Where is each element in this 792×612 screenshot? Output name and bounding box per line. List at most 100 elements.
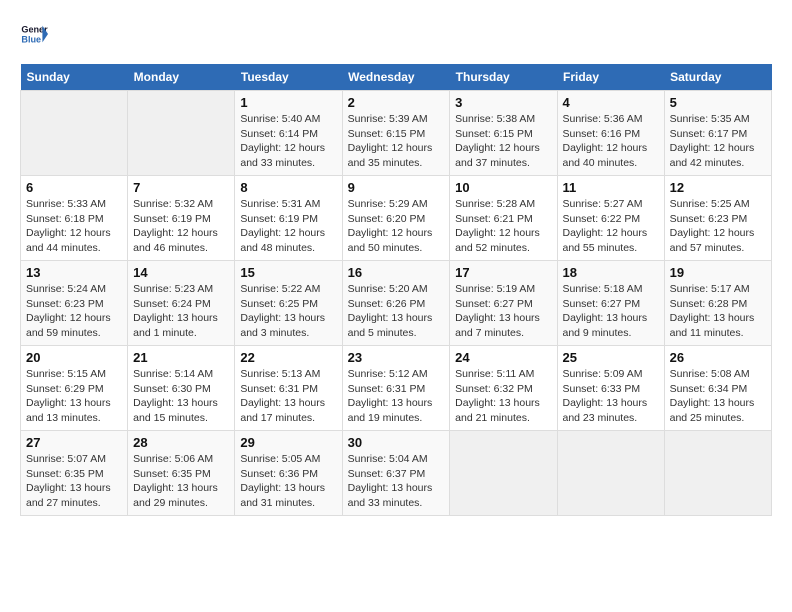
- day-number: 30: [348, 435, 445, 450]
- calendar-cell: 1 Sunrise: 5:40 AM Sunset: 6:14 PM Daylig…: [235, 91, 342, 176]
- day-number: 17: [455, 265, 551, 280]
- calendar-cell: 2Sunrise: 5:39 AM Sunset: 6:15 PM Daylig…: [342, 91, 450, 176]
- calendar-cell: 23 Sunrise: 5:12 AM Sunset: 6:31 PM Dayli…: [342, 346, 450, 431]
- day-number: 6: [26, 180, 122, 195]
- day-number: 9: [348, 180, 445, 195]
- calendar-cell: 14Sunrise: 5:23 AM Sunset: 6:24 PM Dayli…: [128, 261, 235, 346]
- calendar-cell: [664, 431, 771, 516]
- calendar-cell: 22 Sunrise: 5:13 AM Sunset: 6:31 PM Dayli…: [235, 346, 342, 431]
- day-detail: Sunrise: 5:06 AM Sunset: 6:35 PM Dayligh…: [133, 452, 229, 511]
- calendar-cell: [128, 91, 235, 176]
- calendar-cell: [557, 431, 664, 516]
- weekday-header: Wednesday: [342, 64, 450, 91]
- page-header: General Blue: [20, 20, 772, 48]
- day-number: 27: [26, 435, 122, 450]
- calendar-week-row: 13 Sunrise: 5:24 AM Sunset: 6:23 PM Dayli…: [21, 261, 772, 346]
- logo-icon: General Blue: [20, 20, 48, 48]
- day-detail: Sunrise: 5:18 AM Sunset: 6:27 PM Dayligh…: [563, 282, 659, 341]
- day-detail: Sunrise: 5:07 AM Sunset: 6:35 PM Dayligh…: [26, 452, 122, 511]
- calendar-cell: [21, 91, 128, 176]
- calendar-cell: 17 Sunrise: 5:19 AM Sunset: 6:27 PM Dayli…: [450, 261, 557, 346]
- calendar-cell: 21 Sunrise: 5:14 AM Sunset: 6:30 PM Dayli…: [128, 346, 235, 431]
- svg-text:Blue: Blue: [21, 34, 41, 44]
- weekday-header: Tuesday: [235, 64, 342, 91]
- weekday-header: Monday: [128, 64, 235, 91]
- calendar-week-row: 20 Sunrise: 5:15 AM Sunset: 6:29 PM Dayli…: [21, 346, 772, 431]
- calendar-cell: 26Sunrise: 5:08 AM Sunset: 6:34 PM Dayli…: [664, 346, 771, 431]
- day-detail: Sunrise: 5:04 AM Sunset: 6:37 PM Dayligh…: [348, 452, 445, 511]
- calendar-cell: 15 Sunrise: 5:22 AM Sunset: 6:25 PM Dayli…: [235, 261, 342, 346]
- calendar-week-row: 6 Sunrise: 5:33 AM Sunset: 6:18 PM Daylig…: [21, 176, 772, 261]
- calendar-cell: 11 Sunrise: 5:27 AM Sunset: 6:22 PM Dayli…: [557, 176, 664, 261]
- calendar-cell: 5 Sunrise: 5:35 AM Sunset: 6:17 PM Daylig…: [664, 91, 771, 176]
- calendar-table: SundayMondayTuesdayWednesdayThursdayFrid…: [20, 64, 772, 516]
- weekday-header: Friday: [557, 64, 664, 91]
- calendar-cell: 19 Sunrise: 5:17 AM Sunset: 6:28 PM Dayli…: [664, 261, 771, 346]
- calendar-cell: 4Sunrise: 5:36 AM Sunset: 6:16 PM Daylig…: [557, 91, 664, 176]
- weekday-header: Sunday: [21, 64, 128, 91]
- day-detail: Sunrise: 5:35 AM Sunset: 6:17 PM Dayligh…: [670, 112, 766, 171]
- day-detail: Sunrise: 5:13 AM Sunset: 6:31 PM Dayligh…: [240, 367, 336, 426]
- day-number: 13: [26, 265, 122, 280]
- day-number: 10: [455, 180, 551, 195]
- calendar-cell: 18 Sunrise: 5:18 AM Sunset: 6:27 PM Dayli…: [557, 261, 664, 346]
- day-detail: Sunrise: 5:14 AM Sunset: 6:30 PM Dayligh…: [133, 367, 229, 426]
- calendar-cell: 3 Sunrise: 5:38 AM Sunset: 6:15 PM Daylig…: [450, 91, 557, 176]
- day-detail: Sunrise: 5:08 AM Sunset: 6:34 PM Dayligh…: [670, 367, 766, 426]
- day-detail: Sunrise: 5:32 AM Sunset: 6:19 PM Dayligh…: [133, 197, 229, 256]
- day-detail: Sunrise: 5:22 AM Sunset: 6:25 PM Dayligh…: [240, 282, 336, 341]
- day-number: 14: [133, 265, 229, 280]
- day-detail: Sunrise: 5:12 AM Sunset: 6:31 PM Dayligh…: [348, 367, 445, 426]
- day-number: 16: [348, 265, 445, 280]
- day-detail: Sunrise: 5:39 AM Sunset: 6:15 PM Dayligh…: [348, 112, 445, 171]
- calendar-cell: 24 Sunrise: 5:11 AM Sunset: 6:32 PM Dayli…: [450, 346, 557, 431]
- day-detail: Sunrise: 5:15 AM Sunset: 6:29 PM Dayligh…: [26, 367, 122, 426]
- calendar-cell: 27 Sunrise: 5:07 AM Sunset: 6:35 PM Dayli…: [21, 431, 128, 516]
- calendar-cell: 12Sunrise: 5:25 AM Sunset: 6:23 PM Dayli…: [664, 176, 771, 261]
- day-detail: Sunrise: 5:40 AM Sunset: 6:14 PM Dayligh…: [240, 112, 336, 171]
- day-number: 11: [563, 180, 659, 195]
- day-number: 20: [26, 350, 122, 365]
- day-detail: Sunrise: 5:20 AM Sunset: 6:26 PM Dayligh…: [348, 282, 445, 341]
- calendar-week-row: 27 Sunrise: 5:07 AM Sunset: 6:35 PM Dayli…: [21, 431, 772, 516]
- day-number: 18: [563, 265, 659, 280]
- calendar-cell: 9 Sunrise: 5:29 AM Sunset: 6:20 PM Daylig…: [342, 176, 450, 261]
- day-number: 21: [133, 350, 229, 365]
- calendar-cell: 28 Sunrise: 5:06 AM Sunset: 6:35 PM Dayli…: [128, 431, 235, 516]
- day-detail: Sunrise: 5:36 AM Sunset: 6:16 PM Dayligh…: [563, 112, 659, 171]
- calendar-week-row: 1 Sunrise: 5:40 AM Sunset: 6:14 PM Daylig…: [21, 91, 772, 176]
- day-detail: Sunrise: 5:11 AM Sunset: 6:32 PM Dayligh…: [455, 367, 551, 426]
- day-number: 19: [670, 265, 766, 280]
- day-number: 8: [240, 180, 336, 195]
- day-number: 25: [563, 350, 659, 365]
- day-detail: Sunrise: 5:28 AM Sunset: 6:21 PM Dayligh…: [455, 197, 551, 256]
- calendar-header: SundayMondayTuesdayWednesdayThursdayFrid…: [21, 64, 772, 91]
- day-number: 5: [670, 95, 766, 110]
- day-detail: Sunrise: 5:17 AM Sunset: 6:28 PM Dayligh…: [670, 282, 766, 341]
- day-number: 28: [133, 435, 229, 450]
- calendar-cell: 30 Sunrise: 5:04 AM Sunset: 6:37 PM Dayli…: [342, 431, 450, 516]
- day-number: 22: [240, 350, 336, 365]
- day-detail: Sunrise: 5:19 AM Sunset: 6:27 PM Dayligh…: [455, 282, 551, 341]
- day-detail: Sunrise: 5:05 AM Sunset: 6:36 PM Dayligh…: [240, 452, 336, 511]
- calendar-cell: 13 Sunrise: 5:24 AM Sunset: 6:23 PM Dayli…: [21, 261, 128, 346]
- calendar-cell: 6 Sunrise: 5:33 AM Sunset: 6:18 PM Daylig…: [21, 176, 128, 261]
- day-number: 24: [455, 350, 551, 365]
- day-detail: Sunrise: 5:38 AM Sunset: 6:15 PM Dayligh…: [455, 112, 551, 171]
- day-number: 1: [240, 95, 336, 110]
- calendar-body: 1 Sunrise: 5:40 AM Sunset: 6:14 PM Daylig…: [21, 91, 772, 516]
- day-detail: Sunrise: 5:24 AM Sunset: 6:23 PM Dayligh…: [26, 282, 122, 341]
- day-number: 23: [348, 350, 445, 365]
- calendar-cell: 20 Sunrise: 5:15 AM Sunset: 6:29 PM Dayli…: [21, 346, 128, 431]
- day-number: 3: [455, 95, 551, 110]
- day-detail: Sunrise: 5:29 AM Sunset: 6:20 PM Dayligh…: [348, 197, 445, 256]
- day-detail: Sunrise: 5:27 AM Sunset: 6:22 PM Dayligh…: [563, 197, 659, 256]
- calendar-cell: 16 Sunrise: 5:20 AM Sunset: 6:26 PM Dayli…: [342, 261, 450, 346]
- day-detail: Sunrise: 5:33 AM Sunset: 6:18 PM Dayligh…: [26, 197, 122, 256]
- calendar-cell: 25Sunrise: 5:09 AM Sunset: 6:33 PM Dayli…: [557, 346, 664, 431]
- day-detail: Sunrise: 5:31 AM Sunset: 6:19 PM Dayligh…: [240, 197, 336, 256]
- weekday-header: Saturday: [664, 64, 771, 91]
- calendar-cell: 10 Sunrise: 5:28 AM Sunset: 6:21 PM Dayli…: [450, 176, 557, 261]
- calendar-cell: 8 Sunrise: 5:31 AM Sunset: 6:19 PM Daylig…: [235, 176, 342, 261]
- day-number: 15: [240, 265, 336, 280]
